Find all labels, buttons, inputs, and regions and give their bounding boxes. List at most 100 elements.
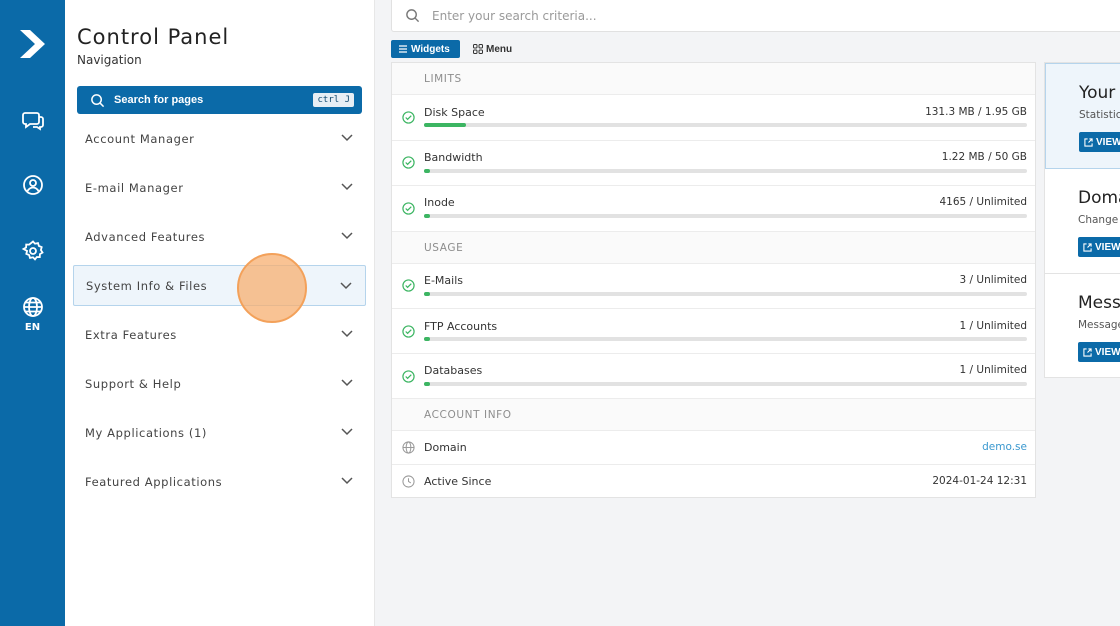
search-icon <box>406 9 420 23</box>
card-title: Your <box>1079 83 1116 103</box>
widget-value: 3 / Unlimited <box>959 274 1027 286</box>
check-circle-icon <box>402 325 415 338</box>
menu-item-label: Account Manager <box>85 131 195 146</box>
top-search-bar[interactable] <box>391 0 1120 32</box>
card-view-button[interactable]: VIEW <box>1079 132 1120 152</box>
tab-widgets[interactable]: Widgets <box>391 40 460 58</box>
domain-link[interactable]: demo.se <box>982 441 1027 453</box>
widget-value: 2024-01-24 12:31 <box>932 475 1027 487</box>
navigation-panel: Control Panel Navigation Search for page… <box>65 0 375 626</box>
section-header-limits: LIMITS <box>392 63 1035 95</box>
widget-row-emails[interactable]: E-Mails 3 / Unlimited <box>392 264 1035 309</box>
grid-icon <box>473 44 483 54</box>
card-subtitle: Statistics <box>1079 109 1120 121</box>
chevron-down-icon <box>341 183 353 191</box>
user-icon[interactable] <box>21 173 45 197</box>
globe-icon <box>402 441 415 454</box>
card-title: Mess <box>1078 293 1120 313</box>
list-icon <box>399 45 407 53</box>
click-indicator <box>237 253 307 323</box>
tab-menu[interactable]: Menu <box>466 40 518 58</box>
globe-icon[interactable] <box>21 295 45 319</box>
widget-row-inode[interactable]: Inode 4165 / Unlimited <box>392 186 1035 232</box>
search-pages-label: Search for pages <box>114 94 204 106</box>
widget-label: Bandwidth <box>424 151 483 164</box>
progress-fill <box>424 382 431 386</box>
shortcut-badge: ctrl J <box>313 93 354 107</box>
widget-row-domain[interactable]: Domain demo.se <box>392 431 1035 465</box>
chevron-down-icon <box>341 134 353 142</box>
external-link-icon <box>1083 347 1092 357</box>
external-link-icon <box>1084 137 1093 147</box>
section-title: ACCOUNT INFO <box>424 409 512 421</box>
widget-label: Disk Space <box>424 106 485 119</box>
progress-bar <box>424 214 1027 218</box>
widget-value: 131.3 MB / 1.95 GB <box>925 106 1027 118</box>
progress-bar <box>424 337 1027 341</box>
widget-row-ftp-accounts[interactable]: FTP Accounts 1 / Unlimited <box>392 309 1035 354</box>
language-label[interactable]: EN <box>0 322 65 333</box>
search-icon <box>91 93 105 107</box>
card-subtitle: Message <box>1078 319 1120 331</box>
chevron-down-icon <box>341 232 353 240</box>
card-view-button[interactable]: VIEW <box>1078 237 1120 257</box>
external-link-icon <box>1083 242 1092 252</box>
chevron-down-icon <box>340 282 352 290</box>
widget-label: Active Since <box>424 475 492 488</box>
search-pages-button[interactable]: Search for pages ctrl J <box>77 86 362 114</box>
progress-fill <box>424 292 431 296</box>
card-view-button[interactable]: VIEW <box>1078 342 1120 362</box>
section-header-usage: USAGE <box>392 232 1035 264</box>
menu-item-label: System Info & Files <box>86 278 208 293</box>
menu-item-label: Advanced Features <box>85 229 206 244</box>
card-subtitle: Change <box>1078 214 1119 226</box>
menu-item-email-manager[interactable]: E-mail Manager <box>73 167 366 208</box>
menu-item-advanced-features[interactable]: Advanced Features <box>73 216 366 257</box>
widget-value: 1 / Unlimited <box>959 320 1027 332</box>
progress-bar <box>424 123 1027 127</box>
left-rail: EN <box>0 0 65 626</box>
section-header-account-info: ACCOUNT INFO <box>392 399 1035 431</box>
chat-icon[interactable] <box>21 108 45 132</box>
menu-item-label: Featured Applications <box>85 474 223 489</box>
chevron-down-icon <box>341 379 353 387</box>
progress-bar <box>424 292 1027 296</box>
widget-label: Inode <box>424 196 455 209</box>
menu-item-featured-applications[interactable]: Featured Applications <box>73 461 366 502</box>
button-label: VIEW <box>1095 346 1120 358</box>
check-circle-icon <box>402 370 415 383</box>
widget-value: 4165 / Unlimited <box>939 196 1028 208</box>
menu-item-support-help[interactable]: Support & Help <box>73 363 366 404</box>
search-input[interactable] <box>432 8 1032 23</box>
gear-icon[interactable] <box>21 239 45 263</box>
tab-label: Menu <box>486 43 513 55</box>
widget-row-bandwidth[interactable]: Bandwidth 1.22 MB / 50 GB <box>392 141 1035 186</box>
menu-item-label: Extra Features <box>85 327 177 342</box>
progress-fill <box>424 214 431 218</box>
card-title: Doma <box>1078 188 1120 208</box>
menu-item-system-info-files[interactable]: System Info & Files <box>73 265 366 306</box>
tab-label: Widgets <box>411 43 450 55</box>
widget-row-disk-space[interactable]: Disk Space 131.3 MB / 1.95 GB <box>392 95 1035 141</box>
progress-bar <box>424 382 1027 386</box>
clock-icon <box>402 475 415 488</box>
card-messages: Mess Message VIEW <box>1045 274 1120 378</box>
menu-item-label: E-mail Manager <box>85 180 184 195</box>
widgets-panel: LIMITS Disk Space 131.3 MB / 1.95 GB Ban… <box>391 62 1036 498</box>
page-subtitle: Navigation <box>77 53 142 67</box>
chevron-down-icon <box>341 330 353 338</box>
menu-item-my-applications[interactable]: My Applications (1) <box>73 412 366 453</box>
page-title: Control Panel <box>77 25 230 49</box>
widget-label: Databases <box>424 364 483 377</box>
chevron-down-icon <box>341 477 353 485</box>
widget-label: Domain <box>424 441 467 454</box>
check-circle-icon <box>402 202 415 215</box>
shortcut-cards: Your Statistics VIEW Doma Change VIEW Me… <box>1044 62 1120 378</box>
check-circle-icon <box>402 279 415 292</box>
menu-item-account-manager[interactable]: Account Manager <box>73 118 366 159</box>
widget-row-databases[interactable]: Databases 1 / Unlimited <box>392 354 1035 399</box>
logo-icon[interactable] <box>18 28 48 60</box>
widget-label: E-Mails <box>424 274 463 287</box>
section-title: LIMITS <box>424 73 462 85</box>
menu-item-extra-features[interactable]: Extra Features <box>73 314 366 355</box>
